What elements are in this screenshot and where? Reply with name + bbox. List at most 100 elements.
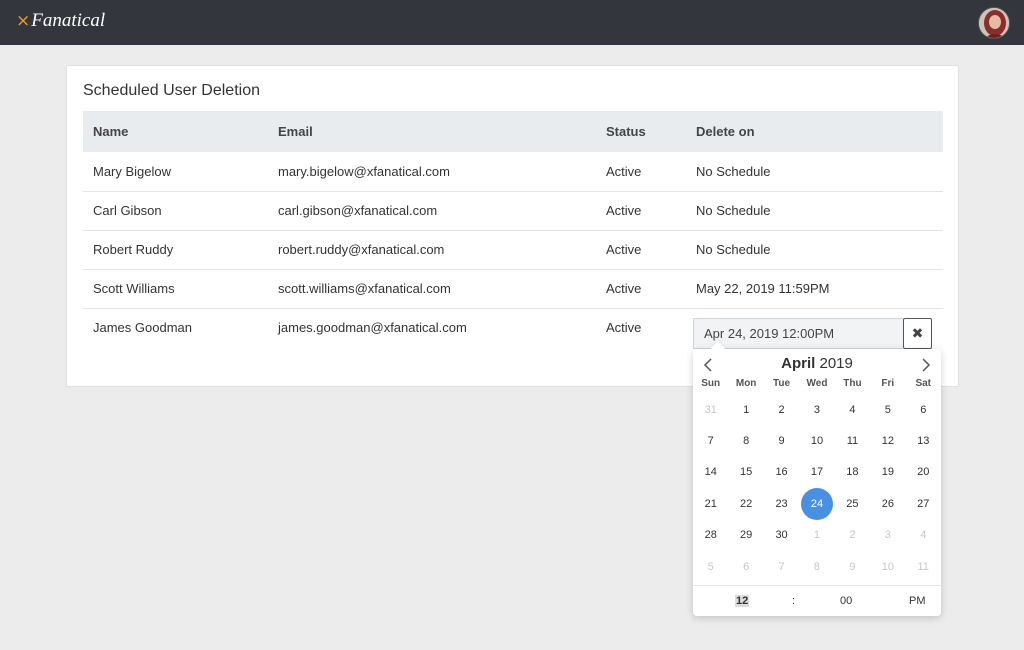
calendar-day[interactable]: 10 xyxy=(870,551,905,582)
calendar-day[interactable]: 4 xyxy=(835,394,870,425)
calendar-day-label: 8 xyxy=(743,435,750,448)
delete-on-date-input[interactable]: Apr 24, 2019 12:00PM xyxy=(693,318,903,349)
cell-delete-on[interactable]: May 22, 2019 11:59PM xyxy=(686,269,943,308)
calendar-day[interactable]: 6 xyxy=(906,394,941,425)
calendar-day[interactable]: 19 xyxy=(870,457,905,488)
calendar-day-label: 20 xyxy=(917,466,930,479)
column-header-email: Email xyxy=(278,124,313,139)
calendar-day[interactable]: 8 xyxy=(728,425,763,456)
calendar-day-label: 31 xyxy=(704,403,717,416)
calendar-day-label: 4 xyxy=(849,403,856,416)
calendar-day[interactable]: 1 xyxy=(728,394,763,425)
calendar-day-label: 21 xyxy=(704,497,717,510)
column-header-status: Status xyxy=(606,124,646,139)
calendar-day[interactable]: 25 xyxy=(835,488,870,519)
cell-name: James Goodman xyxy=(93,320,192,336)
calendar-day[interactable]: 29 xyxy=(728,520,763,551)
calendar-day[interactable]: 1 xyxy=(799,520,834,551)
calendar-day[interactable]: 16 xyxy=(764,457,799,488)
cell-email: scott.williams@xfanatical.com xyxy=(278,281,451,296)
cell-status: Active xyxy=(606,163,642,179)
cell-name: Carl Gibson xyxy=(93,203,162,218)
calendar-day[interactable]: 2 xyxy=(764,394,799,425)
calendar-day-label: 11 xyxy=(917,560,929,573)
weekday-label: Thu xyxy=(843,378,862,389)
calendar-day[interactable]: 30 xyxy=(764,520,799,551)
clear-date-button[interactable]: ✖ xyxy=(903,318,932,349)
calendar-day-label: 13 xyxy=(917,435,930,448)
am-pm-toggle[interactable]: PM xyxy=(909,595,926,607)
calendar-day[interactable]: 6 xyxy=(728,551,763,582)
minute-input[interactable]: 00 xyxy=(840,595,852,607)
calendar-day-label: 30 xyxy=(775,529,788,542)
calendar-day-label: 11 xyxy=(846,435,859,448)
cell-status: Active xyxy=(606,203,642,218)
calendar-day[interactable]: 5 xyxy=(693,551,728,582)
calendar-day[interactable]: 18 xyxy=(835,457,870,488)
calendar-day-label: 5 xyxy=(884,403,891,416)
cell-status: Active xyxy=(606,281,642,296)
calendar-day[interactable]: 3 xyxy=(870,520,905,551)
cell-status: Active xyxy=(606,242,642,257)
cell-name: Scott Williams xyxy=(93,281,175,296)
calendar-day-label: 25 xyxy=(846,497,859,510)
chevron-right-icon[interactable] xyxy=(915,355,935,375)
time-picker: 12 : 00 PM xyxy=(693,585,941,616)
calendar-year[interactable]: 2019 xyxy=(819,355,852,372)
cell-delete-on[interactable]: No Schedule xyxy=(686,152,943,191)
calendar-day[interactable]: 11 xyxy=(906,551,941,582)
calendar-day-label: 26 xyxy=(881,497,894,510)
calendar-day[interactable]: 4 xyxy=(906,520,941,551)
calendar-day[interactable]: 22 xyxy=(728,488,763,519)
calendar-day[interactable]: 28 xyxy=(693,520,728,551)
calendar-day[interactable]: 2 xyxy=(835,520,870,551)
calendar-day[interactable]: 26 xyxy=(870,488,905,519)
calendar-day[interactable]: 7 xyxy=(764,551,799,582)
calendar-day[interactable]: 7 xyxy=(693,425,728,456)
calendar-day-label: 8 xyxy=(813,560,821,573)
calendar-day[interactable]: 11 xyxy=(835,425,870,456)
calendar-day[interactable]: 5 xyxy=(870,394,905,425)
calendar-day[interactable]: 3 xyxy=(799,394,834,425)
calendar-day-label: 7 xyxy=(778,560,785,573)
calendar-day[interactable]: 13 xyxy=(906,425,941,456)
calendar-day[interactable]: 21 xyxy=(693,488,728,519)
weekday-label: Tue xyxy=(773,378,791,389)
cell-email: carl.gibson@xfanatical.com xyxy=(278,203,438,218)
date-picker-popup: April 2019 Sun Mon Tue Wed Thu Fri Sat 3… xyxy=(693,349,941,616)
calendar-day[interactable]: 14 xyxy=(693,457,728,488)
weekday-label: Fri xyxy=(881,378,895,389)
calendar-day[interactable]: 9 xyxy=(835,551,870,582)
calendar-day[interactable]: 10 xyxy=(799,425,834,456)
weekday-label: Wed xyxy=(806,378,828,389)
calendar-day[interactable]: 27 xyxy=(906,488,941,519)
logo-text: Fanatical xyxy=(31,10,106,31)
calendar-day-label: 6 xyxy=(743,560,750,573)
calendar-day-label: 1 xyxy=(743,403,750,416)
calendar-day-label: 18 xyxy=(846,466,859,479)
cell-delete-on[interactable]: No Schedule xyxy=(686,230,943,269)
app-logo[interactable]: × Fanatical xyxy=(16,10,105,32)
calendar-day-label: 10 xyxy=(881,560,894,573)
top-navigation-bar: × Fanatical xyxy=(0,0,1024,45)
calendar-day-selected[interactable]: 24 xyxy=(799,487,834,520)
calendar-day[interactable]: 23 xyxy=(764,488,799,519)
calendar-day[interactable]: 12 xyxy=(870,425,905,456)
time-separator: : xyxy=(792,595,796,607)
calendar-day-label: 5 xyxy=(707,560,714,573)
table-row: Scott Williams scott.williams@xfanatical… xyxy=(83,269,943,308)
calendar-day[interactable]: 17 xyxy=(799,457,834,488)
calendar-day[interactable]: 9 xyxy=(764,425,799,456)
calendar-day[interactable]: 20 xyxy=(906,457,941,488)
calendar-day[interactable]: 31 xyxy=(693,394,728,425)
calendar-day[interactable]: 8 xyxy=(799,551,834,582)
calendar-month: April xyxy=(781,355,816,372)
cell-email: mary.bigelow@xfanatical.com xyxy=(278,163,450,179)
calendar-day[interactable]: 15 xyxy=(728,457,763,488)
calendar-day-label: 12 xyxy=(881,435,894,448)
cell-delete-on[interactable]: No Schedule xyxy=(686,191,943,230)
table-row: Mary Bigelow mary.bigelow@xfanatical.com… xyxy=(83,152,943,191)
hour-input[interactable]: 12 xyxy=(735,595,750,607)
calendar-day-label: 2 xyxy=(778,403,785,416)
user-avatar[interactable] xyxy=(978,7,1010,39)
